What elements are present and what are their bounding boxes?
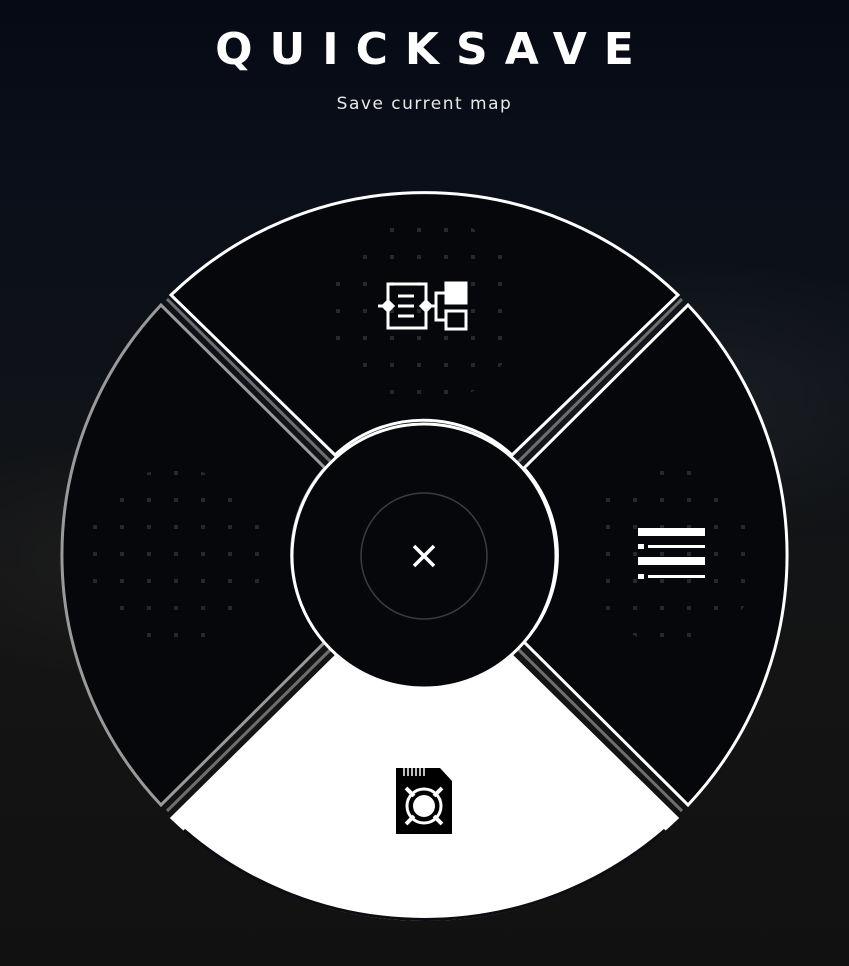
dot-grid xyxy=(584,468,760,644)
radial-menu xyxy=(60,191,789,921)
center-cancel-button[interactable] xyxy=(290,422,558,690)
dot-grid xyxy=(88,468,264,644)
save-card-icon xyxy=(396,768,452,834)
